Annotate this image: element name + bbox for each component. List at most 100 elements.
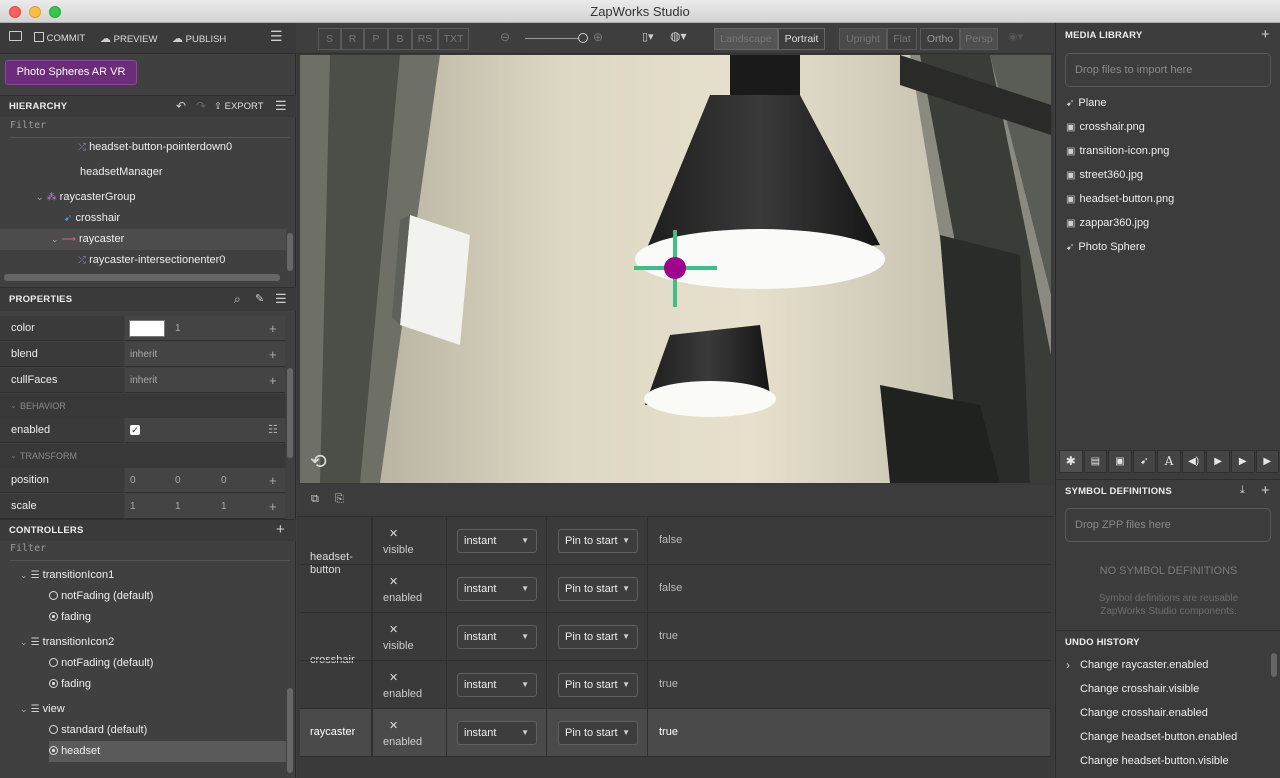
pin-dropdown[interactable]: Pin to start ▼ xyxy=(558,625,638,649)
viewport-canvas[interactable]: ⟲ xyxy=(300,55,1051,483)
bounds-mode-button[interactable]: B xyxy=(388,28,412,50)
maximize-window-button[interactable] xyxy=(49,6,61,18)
undo-item[interactable]: Change crosshair.enabled xyxy=(1056,701,1271,725)
pin-dropdown[interactable]: Pin to start ▼ xyxy=(558,721,638,745)
behavior-section[interactable]: ⌄ BEHAVIOR xyxy=(0,394,286,418)
position-x[interactable]: 0 xyxy=(130,468,136,493)
properties-scrollbar[interactable] xyxy=(287,368,293,458)
undo-item[interactable]: Change crosshair.visible xyxy=(1056,677,1271,701)
timeline-row[interactable]: ✕ enabled instant ▼ Pin to start ▼ true xyxy=(300,661,1050,709)
remove-icon[interactable]: ✕ xyxy=(389,671,398,684)
add-controller-icon[interactable]: + xyxy=(276,521,285,538)
controller-icon[interactable]: ☷ xyxy=(268,418,278,443)
controller-item[interactable]: ⌄ ☰ transitionIcon2 xyxy=(20,632,114,653)
enabled-checkbox[interactable]: ✓ xyxy=(130,425,140,435)
state-item[interactable]: standard (default) xyxy=(49,720,147,741)
color-swatch[interactable] xyxy=(129,320,165,337)
position-y[interactable]: 0 xyxy=(175,468,181,493)
remove-icon[interactable]: ✕ xyxy=(389,527,398,540)
transition-dropdown[interactable]: instant ▼ xyxy=(457,529,537,553)
tree-item[interactable]: ⌄ ⁂ raycasterGroup xyxy=(36,187,135,208)
globe-dropdown-icon[interactable]: ◍▾ xyxy=(670,29,687,43)
value-cell[interactable]: false xyxy=(659,582,682,594)
add-keyframe-icon[interactable]: + xyxy=(269,368,277,393)
tree-item[interactable]: headsetManager xyxy=(80,162,163,183)
timeline-row[interactable]: ✕ visible instant ▼ Pin to start ▼ true xyxy=(300,613,1050,661)
chevron-down-icon[interactable]: ⌄ xyxy=(20,699,28,720)
search-icon[interactable]: ⌕ xyxy=(234,292,241,307)
tree-item[interactable]: ⤮ headset-button-pointerdown0 xyxy=(78,137,232,158)
redo-icon[interactable]: ↷ xyxy=(196,99,206,113)
properties-menu-icon[interactable]: ☰ xyxy=(275,291,287,307)
rotate-scale-mode-button[interactable]: RS xyxy=(412,28,438,50)
tree-item-selected[interactable]: ⌄ ⟶ raycaster xyxy=(0,229,286,250)
add-keyframe-icon[interactable]: + xyxy=(269,468,277,493)
add-media-icon[interactable]: + xyxy=(1261,26,1270,43)
value-cell[interactable]: false xyxy=(659,534,682,546)
refresh-icon[interactable]: ⟲ xyxy=(310,449,327,474)
undo-item[interactable]: Change headset-button.visible xyxy=(1056,749,1271,773)
rocket-icon[interactable]: ➹ xyxy=(1132,450,1157,473)
position-mode-button[interactable]: P xyxy=(364,28,388,50)
publish-button[interactable]: ☁ PUBLISH xyxy=(172,32,226,45)
portrait-button[interactable]: Portrait xyxy=(778,28,825,50)
add-keyframe-icon[interactable]: + xyxy=(269,316,277,341)
scale-y[interactable]: 1 xyxy=(175,494,181,519)
remove-icon[interactable]: ✕ xyxy=(389,719,398,732)
zoom-out-icon[interactable]: ⊖ xyxy=(500,30,510,44)
state-item[interactable]: notFading (default) xyxy=(49,653,153,674)
hierarchy-hscrollbar[interactable] xyxy=(4,274,280,281)
scale-mode-button[interactable]: S xyxy=(318,28,341,50)
close-window-button[interactable] xyxy=(9,6,21,18)
value-cell[interactable]: true xyxy=(659,678,678,690)
chevron-down-icon[interactable]: ⌄ xyxy=(51,229,59,250)
asterisk-icon[interactable]: ✱ xyxy=(1059,450,1083,473)
tree-item[interactable]: ⤮ raycaster-intersectionenter0 xyxy=(78,250,225,271)
add-keyframe-icon[interactable]: + xyxy=(269,494,277,519)
transition-dropdown[interactable]: instant ▼ xyxy=(457,721,537,745)
state-item[interactable]: fading xyxy=(49,607,91,628)
paste-icon[interactable]: ⎘ xyxy=(335,493,344,506)
color-alpha[interactable]: 1 xyxy=(175,316,181,341)
text-mode-button[interactable]: TXT xyxy=(438,28,469,50)
pencil-icon[interactable]: ✎ xyxy=(255,292,264,305)
folder-icon[interactable] xyxy=(9,31,22,41)
flat-button[interactable]: Flat xyxy=(887,28,917,50)
value-cell[interactable]: true xyxy=(659,726,678,738)
media-item[interactable]: ▣ headset-button.png xyxy=(1056,187,1280,211)
pin-dropdown[interactable]: Pin to start ▼ xyxy=(558,577,638,601)
position-z[interactable]: 0 xyxy=(221,468,227,493)
undo-icon[interactable]: ↶ xyxy=(176,99,186,113)
value-cell[interactable]: true xyxy=(659,630,678,642)
undo-scrollbar[interactable] xyxy=(1271,653,1277,677)
undo-item[interactable]: Change headset-button.enabled xyxy=(1056,725,1271,749)
state-item[interactable]: notFading (default) xyxy=(49,586,153,607)
copy-icon[interactable]: ⧉ xyxy=(311,493,319,506)
preview-button[interactable]: ☁ PREVIEW xyxy=(100,32,157,45)
device-dropdown-icon[interactable]: ▯▾ xyxy=(642,30,654,43)
transition-dropdown[interactable]: instant ▼ xyxy=(457,577,537,601)
hierarchy-scrollbar[interactable] xyxy=(287,233,293,271)
timeline-row[interactable]: ✕ enabled instant ▼ Pin to start ▼ true xyxy=(300,709,1050,757)
text-icon[interactable]: A xyxy=(1157,450,1181,473)
pin-dropdown[interactable]: Pin to start ▼ xyxy=(558,529,638,553)
chevron-down-icon[interactable]: ⌄ xyxy=(36,187,44,208)
symbol-drop-zone[interactable]: Drop ZPP files here xyxy=(1065,508,1271,542)
ortho-button[interactable]: Ortho xyxy=(920,28,960,50)
transition-dropdown[interactable]: instant ▼ xyxy=(457,625,537,649)
project-name-button[interactable]: Photo Spheres AR VR xyxy=(5,60,137,85)
cullfaces-value[interactable]: inherit xyxy=(130,375,157,386)
zoom-slider-thumb[interactable] xyxy=(578,33,588,43)
hierarchy-menu-icon[interactable]: ☰ xyxy=(275,98,287,114)
video-icon[interactable]: ▶ xyxy=(1206,450,1230,473)
media-item[interactable]: ▣ zappar360.jpg xyxy=(1056,211,1280,235)
upright-button[interactable]: Upright xyxy=(839,28,887,50)
timeline-row[interactable]: ✕ visible instant ▼ Pin to start ▼ false xyxy=(300,517,1050,565)
file-icon[interactable]: ▤ xyxy=(1083,450,1108,473)
image-icon[interactable]: ▣ xyxy=(1108,450,1132,473)
tree-item[interactable]: ➹ crosshair xyxy=(64,208,120,229)
remove-icon[interactable]: ✕ xyxy=(389,575,398,588)
remove-icon[interactable]: ✕ xyxy=(389,623,398,636)
add-keyframe-icon[interactable]: + xyxy=(269,342,277,367)
zoom-slider[interactable] xyxy=(525,38,583,39)
